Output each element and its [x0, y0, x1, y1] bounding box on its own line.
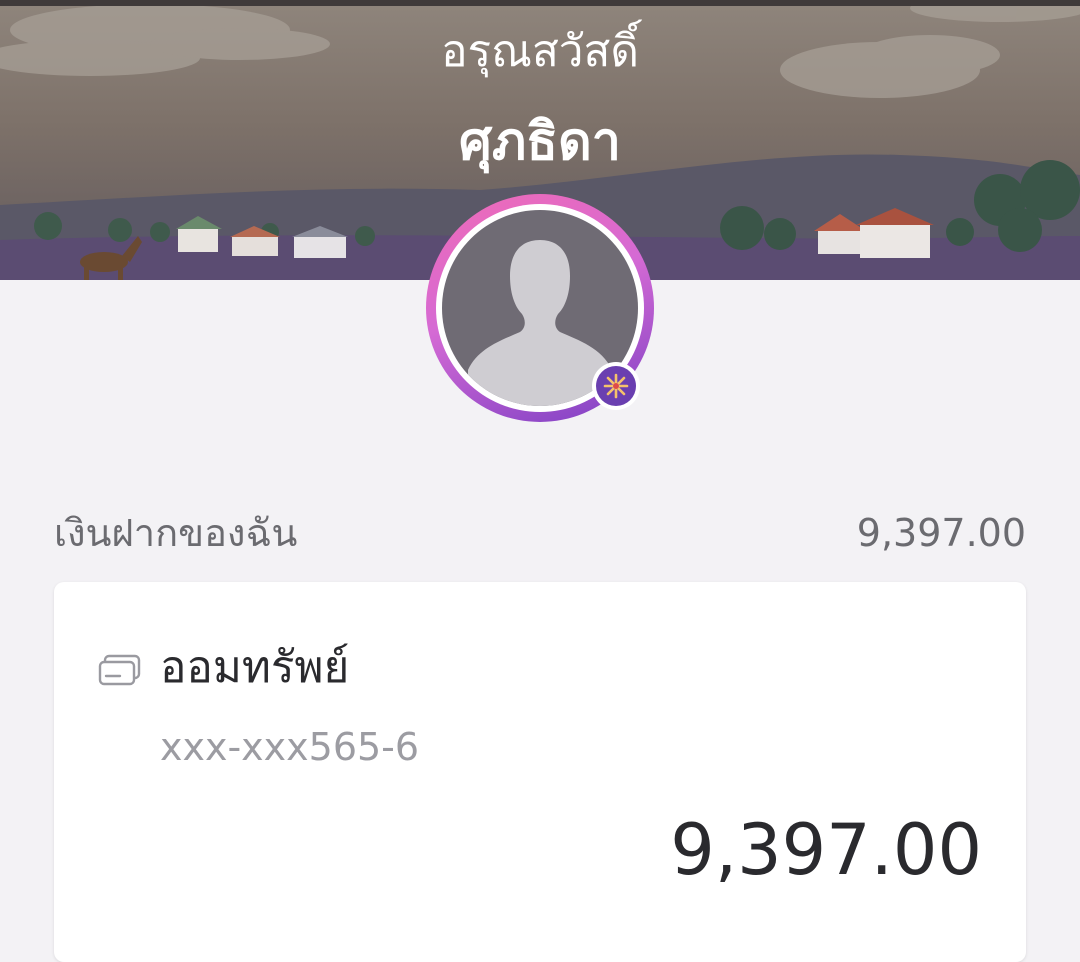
account-number: xxx-xxx565-6 [160, 725, 420, 769]
my-deposits-label: เงินฝากของฉัน [54, 511, 298, 555]
user-name: ศุภธิดา [459, 112, 621, 172]
greeting-text: อรุณสวัสดิ์ [441, 26, 639, 77]
sparkle-badge-icon[interactable] [592, 362, 640, 410]
my-deposits-total: 9,397.00 [856, 511, 1026, 555]
account-balance: 9,397.00 [670, 809, 982, 891]
account-type: ออมทรัพย์ [160, 642, 350, 693]
card-icon [98, 654, 142, 690]
account-card[interactable]: ออมทรัพย์ xxx-xxx565-6 9,397.00 [54, 582, 1026, 962]
status-bar-strip [0, 0, 1080, 6]
